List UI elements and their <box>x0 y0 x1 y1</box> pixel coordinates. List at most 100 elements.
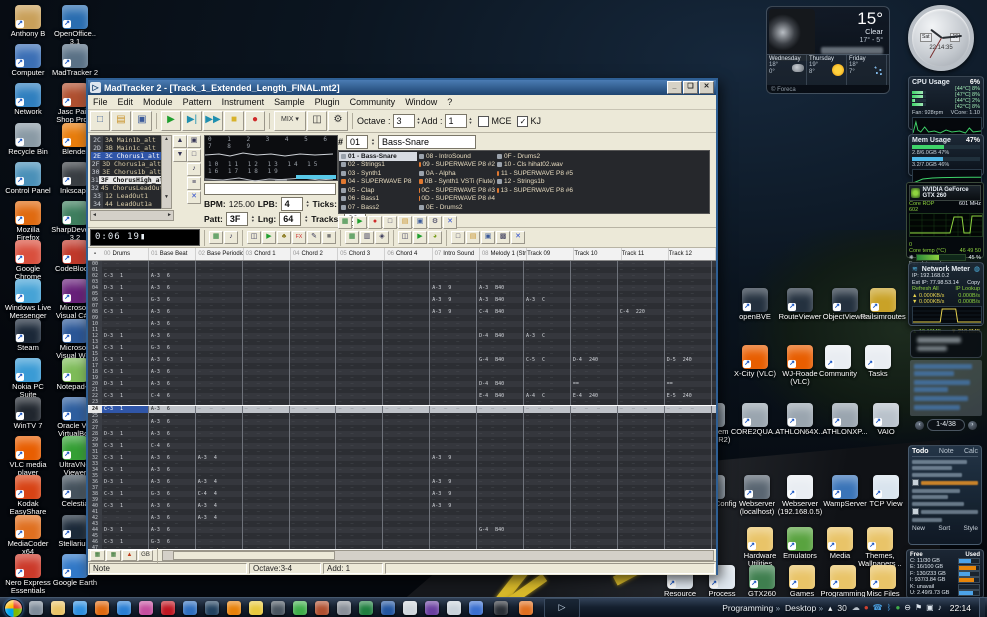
taskbar-pinned-icon-12[interactable] <box>271 601 285 615</box>
instrument-09[interactable]: 09 - SUPERWAVE P8 #2 <box>417 161 495 170</box>
menu-help[interactable]: ? <box>442 97 457 107</box>
cell-r24c6[interactable]: – – – <box>383 406 430 413</box>
cell-r23c8[interactable]: – – – <box>477 399 524 405</box>
todo-checkbox[interactable] <box>912 508 919 515</box>
cell-r24c1[interactable]: A-3 6 <box>149 406 196 413</box>
notes-button[interactable]: ♪ <box>224 231 238 244</box>
add-spinner[interactable]: Add : 1 ▲▼ <box>421 114 472 128</box>
cell-r47c10[interactable]: – – – <box>571 545 618 549</box>
menu-module[interactable]: Module <box>138 97 178 107</box>
todo-new-button[interactable]: New <box>912 525 925 532</box>
taskbar-pinned-icon-13[interactable] <box>293 601 307 615</box>
desktop-icon-mediacoder-x64[interactable]: ↗MediaCoder x64 <box>4 515 52 556</box>
pattern-row-2F[interactable]: 2F3D Chorus1a_alt <box>91 160 161 168</box>
stop-button[interactable]: ■ <box>224 111 244 131</box>
instrument-02[interactable]: 02 - Strings1 <box>339 161 417 170</box>
instrument-spin-arrows[interactable]: ▲▼ <box>371 138 375 146</box>
circle-status-icon[interactable]: ⊖ <box>904 603 911 613</box>
chart-toggle[interactable]: ▲ <box>122 550 137 561</box>
todo-checkbox[interactable] <box>912 479 919 486</box>
cell-r24c0[interactable]: C-3 1 <box>102 406 149 413</box>
table-button[interactable]: ◫ <box>398 231 412 244</box>
desktop-icon-misc-files[interactable]: ↗Misc Files <box>857 565 909 598</box>
grid-toggle-1[interactable]: ▦ <box>90 550 105 561</box>
taskbar-pinned-icon-1[interactable] <box>29 601 43 615</box>
menu-community[interactable]: Community <box>345 97 401 107</box>
taskbar-pinned-icon-16[interactable] <box>359 601 373 615</box>
menu-file[interactable]: File <box>88 97 113 107</box>
cell-r24c8[interactable]: – – – <box>477 406 524 413</box>
pattern-editor-button[interactable]: ◫ <box>307 111 327 131</box>
grid-hscrollbar[interactable] <box>162 550 714 561</box>
gpu-gadget[interactable]: NVIDIA GeForce GTX 260 Core ROP 601 MHz … <box>906 182 984 258</box>
grid-button[interactable]: ▦ <box>345 231 359 244</box>
track-header-3[interactable]: 03Chord 1 <box>244 248 291 260</box>
maximize-button[interactable]: ❏ <box>683 81 698 94</box>
delete-pattern-button[interactable]: ✕ <box>187 191 201 204</box>
memory-gadget[interactable]: Mem Usage 47% 2.8/6.0GB 47%3.2/7.0GB 46% <box>908 134 984 176</box>
menu-plugin[interactable]: Plugin <box>310 97 345 107</box>
cell-r47c9[interactable]: – – – <box>524 545 571 549</box>
instrument-11[interactable]: 11 - SUPERWAVE P8 #5 <box>495 169 573 178</box>
instrument-0B[interactable]: 0B - Synth1 VSTi (Flute) <box>417 178 495 187</box>
instrument-04[interactable]: 04 - SUPERWAVE P8 <box>339 178 417 187</box>
instrument-0F[interactable]: 0F - Drums2 <box>495 152 573 161</box>
desktop-icon-computer[interactable]: ↗Computer <box>4 44 52 77</box>
instrument-03[interactable]: 03 - Synth1 <box>339 169 417 178</box>
pattern-order-list[interactable]: 2C3A Main1b_alt2D3B Main1c_alt2E3C Choru… <box>90 135 162 209</box>
instrument-0D[interactable]: 0D - SUPERWAVE P8 #4 <box>417 195 495 204</box>
track-header-10[interactable]: Track 10 <box>574 248 621 260</box>
desktop-icon-madtracker-2[interactable]: ↗MadTracker 2 <box>51 44 99 77</box>
cell-r24c7[interactable]: – – – <box>430 406 477 413</box>
pattern-props-button[interactable]: ▩ <box>496 231 510 244</box>
cell-r47c4[interactable]: – – – <box>290 545 337 549</box>
instr-open-button[interactable]: ▤ <box>398 216 412 229</box>
instr-delete-button[interactable]: ✕ <box>443 216 457 229</box>
mix-dropdown[interactable]: MIX ▾ <box>274 111 306 131</box>
pattern-row-2E[interactable]: 2E3C Chorus1_alt <box>91 152 161 160</box>
feed-next-button[interactable]: › <box>968 421 977 430</box>
play-from-button[interactable]: ▶▶ <box>203 111 223 131</box>
cpu-gadget[interactable]: CPU Usage 6% [44°C] 8%[47°C] 8%[44°C] 2%… <box>908 76 984 130</box>
cell-r23c9[interactable]: – – – <box>524 399 571 405</box>
loop-button[interactable]: ◕ <box>428 231 442 244</box>
desktop-icon-openoffice-3-1[interactable]: ↗OpenOffice.. 3.1 <box>51 5 99 46</box>
new-pattern-button[interactable]: □ <box>187 149 201 162</box>
follow-button[interactable]: ▦ <box>209 231 223 244</box>
cell-r23c6[interactable]: – – – <box>383 399 430 405</box>
instr-props-button[interactable]: ⚙ <box>428 216 442 229</box>
cell-r24c2[interactable]: – – – <box>196 406 243 413</box>
network-meter-gadget[interactable]: ≋ Network Meter ◍ IP: 192.168.0.2 Ext IP… <box>908 262 984 326</box>
cell-r23c4[interactable]: – – – <box>290 399 337 405</box>
instrument-13[interactable]: 13 - SUPERWAVE P8 #6 <box>495 186 573 195</box>
play-button[interactable]: ▶ <box>161 111 181 131</box>
desktop-icon-steam[interactable]: ↗Steam <box>4 319 52 352</box>
feed-prev-button[interactable]: ‹ <box>915 421 924 430</box>
cell-r23c12[interactable]: – – – <box>665 399 712 405</box>
instrument-01[interactable]: 01 - Bass-Snare <box>339 152 417 161</box>
bpm-value[interactable]: 125.00 <box>229 199 255 209</box>
instrument-07[interactable]: 07 - Bass2 <box>339 203 417 212</box>
pattern-new-button[interactable]: □ <box>451 231 465 244</box>
stop-edit-button[interactable]: ■ <box>322 231 336 244</box>
save-button[interactable]: ▣ <box>132 111 152 131</box>
pattern-row-2D[interactable]: 2D3B Main1c_alt <box>91 144 161 152</box>
add-value[interactable]: 1 <box>445 114 467 128</box>
weather-gadget[interactable]: 15° Clear 17° - 5° Wednesday18°0°Thursda… <box>766 6 890 94</box>
track-header-1[interactable]: 01Base Beat <box>149 248 196 260</box>
pattern-row-33[interactable]: 3312 LeadOut1 <box>91 192 161 200</box>
cell-r24c12[interactable]: – – – <box>665 406 712 413</box>
track-header-8[interactable]: 08Melody 1 (Stri <box>480 248 527 260</box>
desktop-icon-railsimroutes[interactable]: ↗Railsimroutes <box>857 288 909 321</box>
cell-r23c5[interactable]: – – – <box>336 399 383 405</box>
taskbar-pinned-icon-11[interactable] <box>249 601 263 615</box>
instrument-list[interactable]: 01 - Bass-Snare02 - Strings103 - Synth10… <box>338 150 710 214</box>
todo-tab-todo[interactable]: Todo <box>912 448 929 455</box>
pattern-delete-button[interactable]: ✕ <box>511 231 525 244</box>
desktop-icon-vlc-media-player[interactable]: ↗VLC media player <box>4 436 52 477</box>
taskbar-clock[interactable]: 22:14 <box>950 603 971 613</box>
fx-button[interactable]: FX <box>292 231 306 244</box>
track-header-4[interactable]: 04Chord 2 <box>291 248 338 260</box>
taskbar-icon-extra-2[interactable] <box>494 601 508 615</box>
editor-button[interactable]: ◫ <box>247 231 261 244</box>
